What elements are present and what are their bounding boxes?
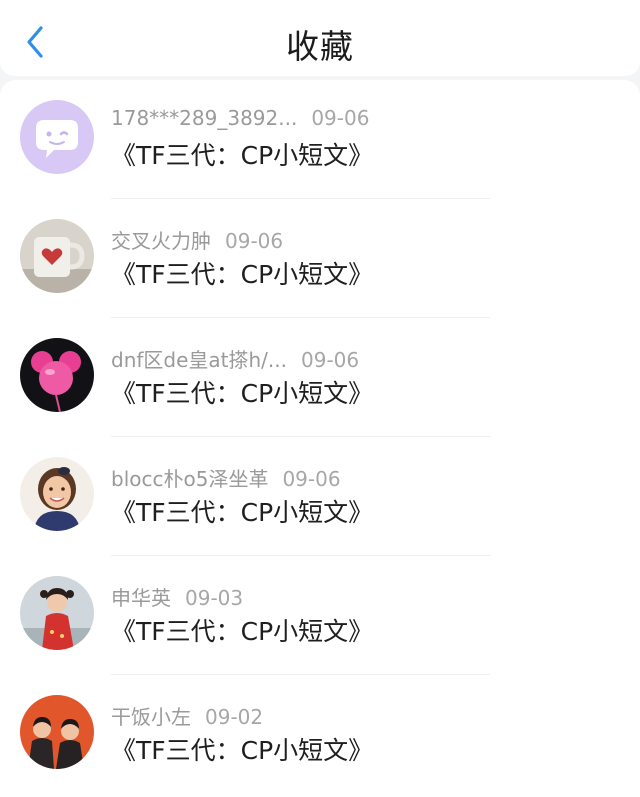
pink-balloon-icon — [20, 338, 94, 412]
item-title[interactable]: 《TF三代：CP小短文》 — [111, 374, 373, 410]
date: 09-03 — [185, 586, 244, 610]
two-boys-orange-icon — [20, 695, 94, 769]
item-title[interactable]: 《TF三代：CP小短文》 — [111, 612, 373, 648]
heart-mug-icon — [20, 219, 94, 293]
avatar[interactable] — [20, 576, 94, 650]
top-bar: 收藏 — [0, 0, 640, 76]
avatar[interactable] — [20, 100, 94, 174]
username[interactable]: 干饭小左 — [111, 705, 191, 729]
date: 09-06 — [225, 229, 284, 253]
username[interactable]: 交叉火力肿 — [111, 229, 211, 253]
avatar[interactable] — [20, 219, 94, 293]
username[interactable]: 申华英 — [111, 586, 171, 610]
item-title[interactable]: 《TF三代：CP小短文》 — [111, 493, 373, 529]
smiling-girl-icon — [20, 457, 94, 531]
date: 09-06 — [282, 467, 341, 491]
username[interactable]: dnf区de皇at搽h/... — [111, 348, 287, 372]
list-item[interactable]: blocc朴o5泽坐革 09-06 《TF三代：CP小短文》 — [0, 437, 640, 556]
list-item[interactable]: 干饭小左 09-02 《TF三代：CP小短文》 — [0, 675, 640, 794]
favorites-list: 178***289_3892... 09-06 《TF三代：CP小短文》 交叉火力… — [0, 80, 640, 797]
avatar[interactable] — [20, 695, 94, 769]
list-item[interactable]: dnf区de皇at搽h/... 09-06 《TF三代：CP小短文》 — [0, 318, 640, 437]
avatar[interactable] — [20, 457, 94, 531]
item-meta: 178***289_3892... 09-06 — [111, 106, 369, 130]
list-item[interactable]: 178***289_3892... 09-06 《TF三代：CP小短文》 — [0, 80, 640, 199]
page-title: 收藏 — [286, 27, 354, 66]
date: 09-06 — [311, 106, 370, 130]
list-item[interactable]: 申华英 09-03 《TF三代：CP小短文》 — [0, 556, 640, 675]
date: 09-02 — [205, 705, 264, 729]
date: 09-06 — [301, 348, 360, 372]
username[interactable]: blocc朴o5泽坐革 — [111, 467, 268, 491]
username[interactable]: 178***289_3892... — [111, 106, 297, 130]
item-title[interactable]: 《TF三代：CP小短文》 — [111, 255, 373, 291]
item-meta: 申华英 09-03 — [111, 582, 243, 611]
item-meta: blocc朴o5泽坐革 09-06 — [111, 463, 341, 492]
item-meta: 干饭小左 09-02 — [111, 701, 263, 730]
girl-red-dress-icon — [20, 576, 94, 650]
item-meta: dnf区de皇at搽h/... 09-06 — [111, 344, 359, 373]
item-meta: 交叉火力肿 09-06 — [111, 225, 283, 254]
purple-chat-face-icon — [20, 100, 94, 174]
avatar[interactable] — [20, 338, 94, 412]
item-title[interactable]: 《TF三代：CP小短文》 — [111, 731, 373, 767]
list-item[interactable]: 交叉火力肿 09-06 《TF三代：CP小短文》 — [0, 199, 640, 318]
item-title[interactable]: 《TF三代：CP小短文》 — [111, 136, 373, 172]
